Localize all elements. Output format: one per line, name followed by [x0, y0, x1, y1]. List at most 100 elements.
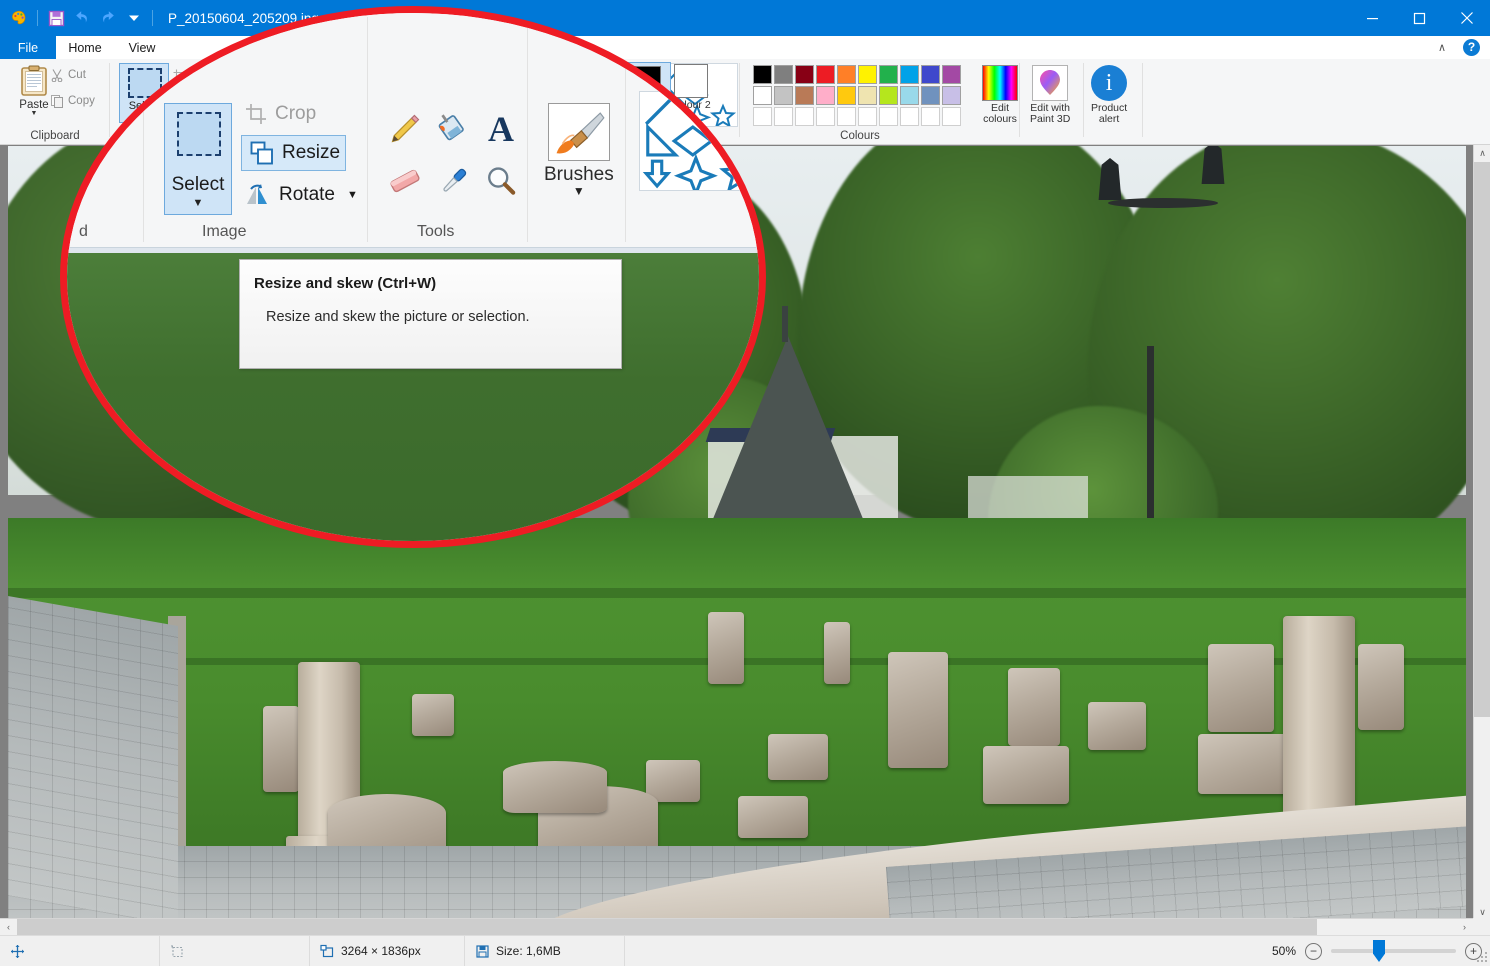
magnified-rotate-button[interactable]: Rotate ▼ — [245, 183, 358, 207]
close-button[interactable] — [1443, 0, 1490, 36]
file-size-icon — [476, 944, 489, 958]
colour-swatch[interactable] — [774, 65, 793, 84]
photo-stone — [768, 734, 828, 780]
scroll-up-arrow-icon[interactable]: ∧ — [1474, 145, 1490, 162]
tab-file[interactable]: File — [0, 36, 56, 59]
colour-palette[interactable] — [753, 65, 961, 128]
colour-swatch[interactable] — [837, 65, 856, 84]
selection-size-icon — [171, 944, 183, 957]
photo-stone — [824, 622, 850, 684]
ribbon-group-product-alert: i Product alert — [1085, 59, 1143, 145]
photo-stone — [708, 612, 744, 684]
status-selection-size — [160, 935, 310, 966]
magnified-select-caret-icon[interactable]: ▼ — [193, 198, 204, 209]
custom-colour-slot[interactable] — [858, 107, 877, 126]
paste-caret-icon[interactable]: ▼ — [31, 110, 38, 117]
colour-swatch[interactable] — [921, 86, 940, 105]
colour-swatch[interactable] — [921, 65, 940, 84]
custom-colour-slot[interactable] — [795, 107, 814, 126]
magnified-tools-grid: A — [381, 103, 525, 207]
colour-swatch[interactable] — [900, 86, 919, 105]
vertical-scrollbar[interactable]: ∧ ∨ — [1473, 145, 1490, 921]
tooltip-body: Resize and skew the picture or selection… — [266, 309, 530, 325]
custom-colour-slot[interactable] — [942, 107, 961, 126]
magnified-pencil-icon[interactable] — [381, 103, 429, 155]
colour-swatch[interactable] — [837, 86, 856, 105]
magnified-text-icon[interactable]: A — [477, 103, 525, 155]
photo-gazebo-finial — [782, 306, 788, 342]
horizontal-scrollbar[interactable]: ‹ › — [0, 918, 1473, 936]
save-icon[interactable] — [43, 5, 69, 31]
window-resize-grip[interactable] — [1476, 952, 1488, 964]
zoom-out-button[interactable]: − — [1305, 942, 1322, 960]
colour-swatch[interactable] — [774, 86, 793, 105]
custom-colour-slot[interactable] — [837, 107, 856, 126]
colour-swatch[interactable] — [858, 86, 877, 105]
window-controls — [1349, 0, 1490, 36]
magnified-group-separator-3 — [527, 17, 528, 242]
edit-with-paint-3d-label: Edit with Paint 3D — [1030, 102, 1071, 125]
file-size-value: Size: 1,6MB — [496, 944, 561, 958]
colour-swatch[interactable] — [858, 65, 877, 84]
custom-colour-slot[interactable] — [816, 107, 835, 126]
maximize-button[interactable] — [1396, 0, 1443, 36]
zoom-control[interactable]: 50% − + — [1271, 940, 1482, 962]
edit-colours-button[interactable]: Edit colours — [982, 65, 1018, 125]
magnified-select-dashed-box-icon — [177, 112, 221, 156]
magnified-clipboard-partial-label: d — [79, 223, 88, 240]
colour-swatch[interactable] — [942, 65, 961, 84]
colour-swatch[interactable] — [879, 65, 898, 84]
magnified-fill-with-colour-icon[interactable] — [429, 103, 477, 155]
magnified-colour-1-label: Colour 1 — [716, 78, 758, 109]
magnified-resize-button[interactable]: Resize — [250, 141, 340, 165]
paint-3d-icon — [1032, 65, 1069, 101]
magnified-ribbon-bottom-edge — [67, 247, 759, 253]
colour-swatch[interactable] — [816, 86, 835, 105]
custom-colour-slot[interactable] — [900, 107, 919, 126]
horizontal-scroll-thumb[interactable] — [17, 919, 1317, 936]
scroll-left-arrow-icon[interactable]: ‹ — [0, 919, 17, 936]
magnified-select-button[interactable]: Select ▼ — [164, 103, 232, 215]
colour-swatch[interactable] — [795, 65, 814, 84]
scroll-right-arrow-icon[interactable]: › — [1456, 919, 1473, 936]
magnified-size-button[interactable] — [637, 35, 679, 73]
magnified-group-separator-2 — [367, 17, 368, 242]
custom-colour-slot[interactable] — [921, 107, 940, 126]
magnified-tools-group-label: Tools — [417, 223, 455, 240]
vertical-scroll-thumb[interactable] — [1474, 162, 1490, 717]
zoom-level-label: 50% — [1271, 944, 1296, 958]
magnified-magnifier-icon[interactable] — [477, 155, 525, 207]
photo-lawn-strip-1 — [8, 587, 1466, 598]
photo-stone — [263, 706, 299, 792]
zoom-slider-track[interactable] — [1331, 940, 1456, 962]
custom-colour-slot[interactable] — [879, 107, 898, 126]
magnified-group-separator — [143, 17, 144, 242]
magnified-rotate-caret-icon[interactable]: ▼ — [347, 189, 358, 201]
tooltip: Resize and skew (Ctrl+W) Resize and skew… — [239, 259, 622, 369]
custom-colour-slot[interactable] — [774, 107, 793, 126]
colour-swatch[interactable] — [942, 86, 961, 105]
magnified-region-annotation: d Select ▼ Crop Resize Rotate ▼ Image A … — [60, 6, 766, 548]
magnified-brushes-button[interactable]: Brushes ▼ — [544, 103, 614, 197]
product-alert-button[interactable]: i Product alert — [1091, 65, 1127, 125]
collapse-ribbon-icon[interactable]: ∧ — [1434, 40, 1450, 56]
colour-swatch[interactable] — [795, 86, 814, 105]
help-icon[interactable]: ? — [1463, 39, 1480, 56]
colour-swatch[interactable] — [816, 65, 835, 84]
colour-swatch[interactable] — [879, 86, 898, 105]
magnified-eraser-icon[interactable] — [381, 155, 429, 207]
minimize-button[interactable] — [1349, 0, 1396, 36]
qat-separator — [37, 10, 38, 26]
magnified-brushes-caret-icon[interactable]: ▼ — [573, 185, 585, 197]
magnified-colour-1-button[interactable]: Colour 1 — [707, 29, 759, 114]
photo-stone — [983, 746, 1069, 804]
group-separator — [1083, 63, 1084, 137]
magnified-colour-picker-icon[interactable] — [429, 155, 477, 207]
palette-row-1 — [753, 65, 961, 84]
photo-path-left — [8, 596, 178, 921]
zoom-slider-thumb[interactable] — [1373, 940, 1385, 962]
edit-with-paint-3d-button[interactable]: Edit with Paint 3D — [1030, 65, 1070, 125]
ribbon-group-colours: Colour 1 1 Colour 2 2 Editcolours Colour… — [617, 59, 1020, 145]
group-separator — [1142, 63, 1143, 137]
colour-swatch[interactable] — [900, 65, 919, 84]
